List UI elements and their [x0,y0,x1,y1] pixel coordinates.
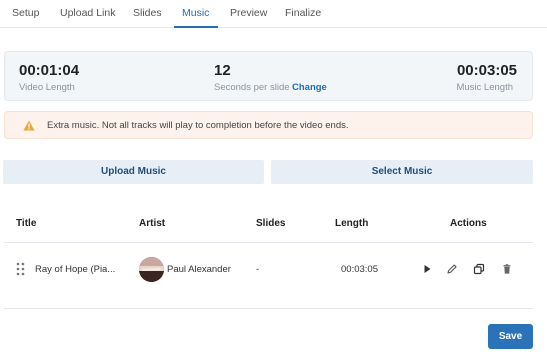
column-header-title: Title [16,218,37,229]
change-link[interactable]: Change [292,82,327,93]
artist-avatar [139,257,164,282]
active-tab-indicator [174,26,218,28]
video-length-value: 00:01:04 [19,62,80,79]
drag-handle-icon[interactable] [16,262,25,276]
select-music-button[interactable]: Select Music [271,160,533,184]
tab-upload-link[interactable]: Upload Link [60,7,115,19]
table-row: Ray of Hope (Pia... Paul Alexander - 00:… [0,243,547,308]
music-length-value: 00:03:05 [456,62,517,79]
column-header-artist: Artist [139,218,166,229]
trash-icon[interactable] [501,263,513,275]
table-divider-bottom [4,308,533,309]
tab-music[interactable]: Music [182,7,209,19]
edit-pencil-icon[interactable] [446,263,458,275]
column-header-length: Length [335,218,369,229]
video-length-label: Video Length [19,82,75,93]
save-button[interactable]: Save [488,324,533,349]
track-title: Ray of Hope (Pia... [35,264,116,275]
music-length-label: Music Length [456,82,513,93]
tab-slides[interactable]: Slides [133,7,162,19]
duplicate-icon[interactable] [473,263,485,275]
tab-setup[interactable]: Setup [12,7,39,19]
column-header-slides: Slides [256,218,286,229]
column-header-actions: Actions [450,218,487,229]
play-icon[interactable] [421,263,433,275]
track-length: 00:03:05 [341,264,378,275]
wizard-tabs: Setup Upload Link Slides Music Preview F… [0,0,547,28]
upload-music-button[interactable]: Upload Music [3,160,264,184]
extra-music-warning: Extra music. Not all tracks will play to… [4,111,533,139]
music-stats-card: 00:01:04 Video Length 12 Seconds per sli… [4,51,533,101]
seconds-per-slide-value: 12 [214,62,231,79]
seconds-per-slide-label: Seconds per slide [214,82,290,93]
warning-triangle-icon [23,120,35,131]
track-slides: - [256,264,260,275]
track-artist: Paul Alexander [167,264,231,275]
tab-preview[interactable]: Preview [230,7,267,19]
warning-text: Extra music. Not all tracks will play to… [47,120,349,131]
tab-finalize[interactable]: Finalize [285,7,321,19]
